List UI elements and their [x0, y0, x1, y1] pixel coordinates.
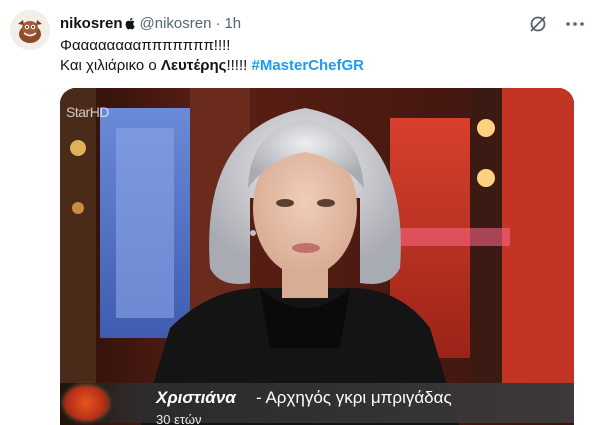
apple-icon [125, 17, 136, 30]
channel-logo-hd: HD [89, 104, 110, 120]
media-image [60, 88, 574, 425]
user-handle[interactable]: @nikosren [140, 15, 212, 32]
hashtag-link[interactable]: #MasterChefGR [251, 57, 364, 74]
tweet: nikosren @nikosren · 1h Φααααααααπππππππ… [0, 0, 601, 425]
more-icon[interactable] [563, 14, 587, 34]
show-logo [64, 386, 108, 420]
tweet-media[interactable]: StarHD Χριστιάνα - Αρχηγός γκρι μπριγάδα… [60, 88, 574, 425]
caption-name: Χριστιάνα [156, 388, 236, 407]
channel-logo-main: Star [66, 104, 90, 120]
display-name[interactable]: nikosren [60, 15, 123, 32]
tweet-text-suffix: !!!!! [226, 57, 252, 74]
avatar[interactable] [10, 10, 50, 50]
tweet-text: Φααααααααπππππππ!!!! Και χιλιάρικο ο Λευ… [60, 36, 590, 76]
tweet-text-line1: Φααααααααπππππππ!!!! [60, 37, 231, 54]
tweet-text-bold-name: Λευτέρης [160, 57, 227, 74]
caption-role: - Αρχηγός γκρι μπριγάδας [256, 388, 452, 407]
timestamp[interactable]: 1h [224, 15, 241, 32]
tweet-text-prefix: Και χιλιάρικο ο [60, 57, 161, 74]
caption-sub: 30 ετών [156, 412, 202, 425]
tweet-header: nikosren @nikosren · 1h [60, 13, 241, 33]
separator: · [215, 14, 221, 32]
tweet-text-line2: Και χιλιάρικο ο Λευτέρης!!!!! #MasterChe… [60, 56, 590, 76]
channel-logo: StarHD [66, 102, 109, 122]
grok-icon[interactable] [528, 14, 548, 34]
